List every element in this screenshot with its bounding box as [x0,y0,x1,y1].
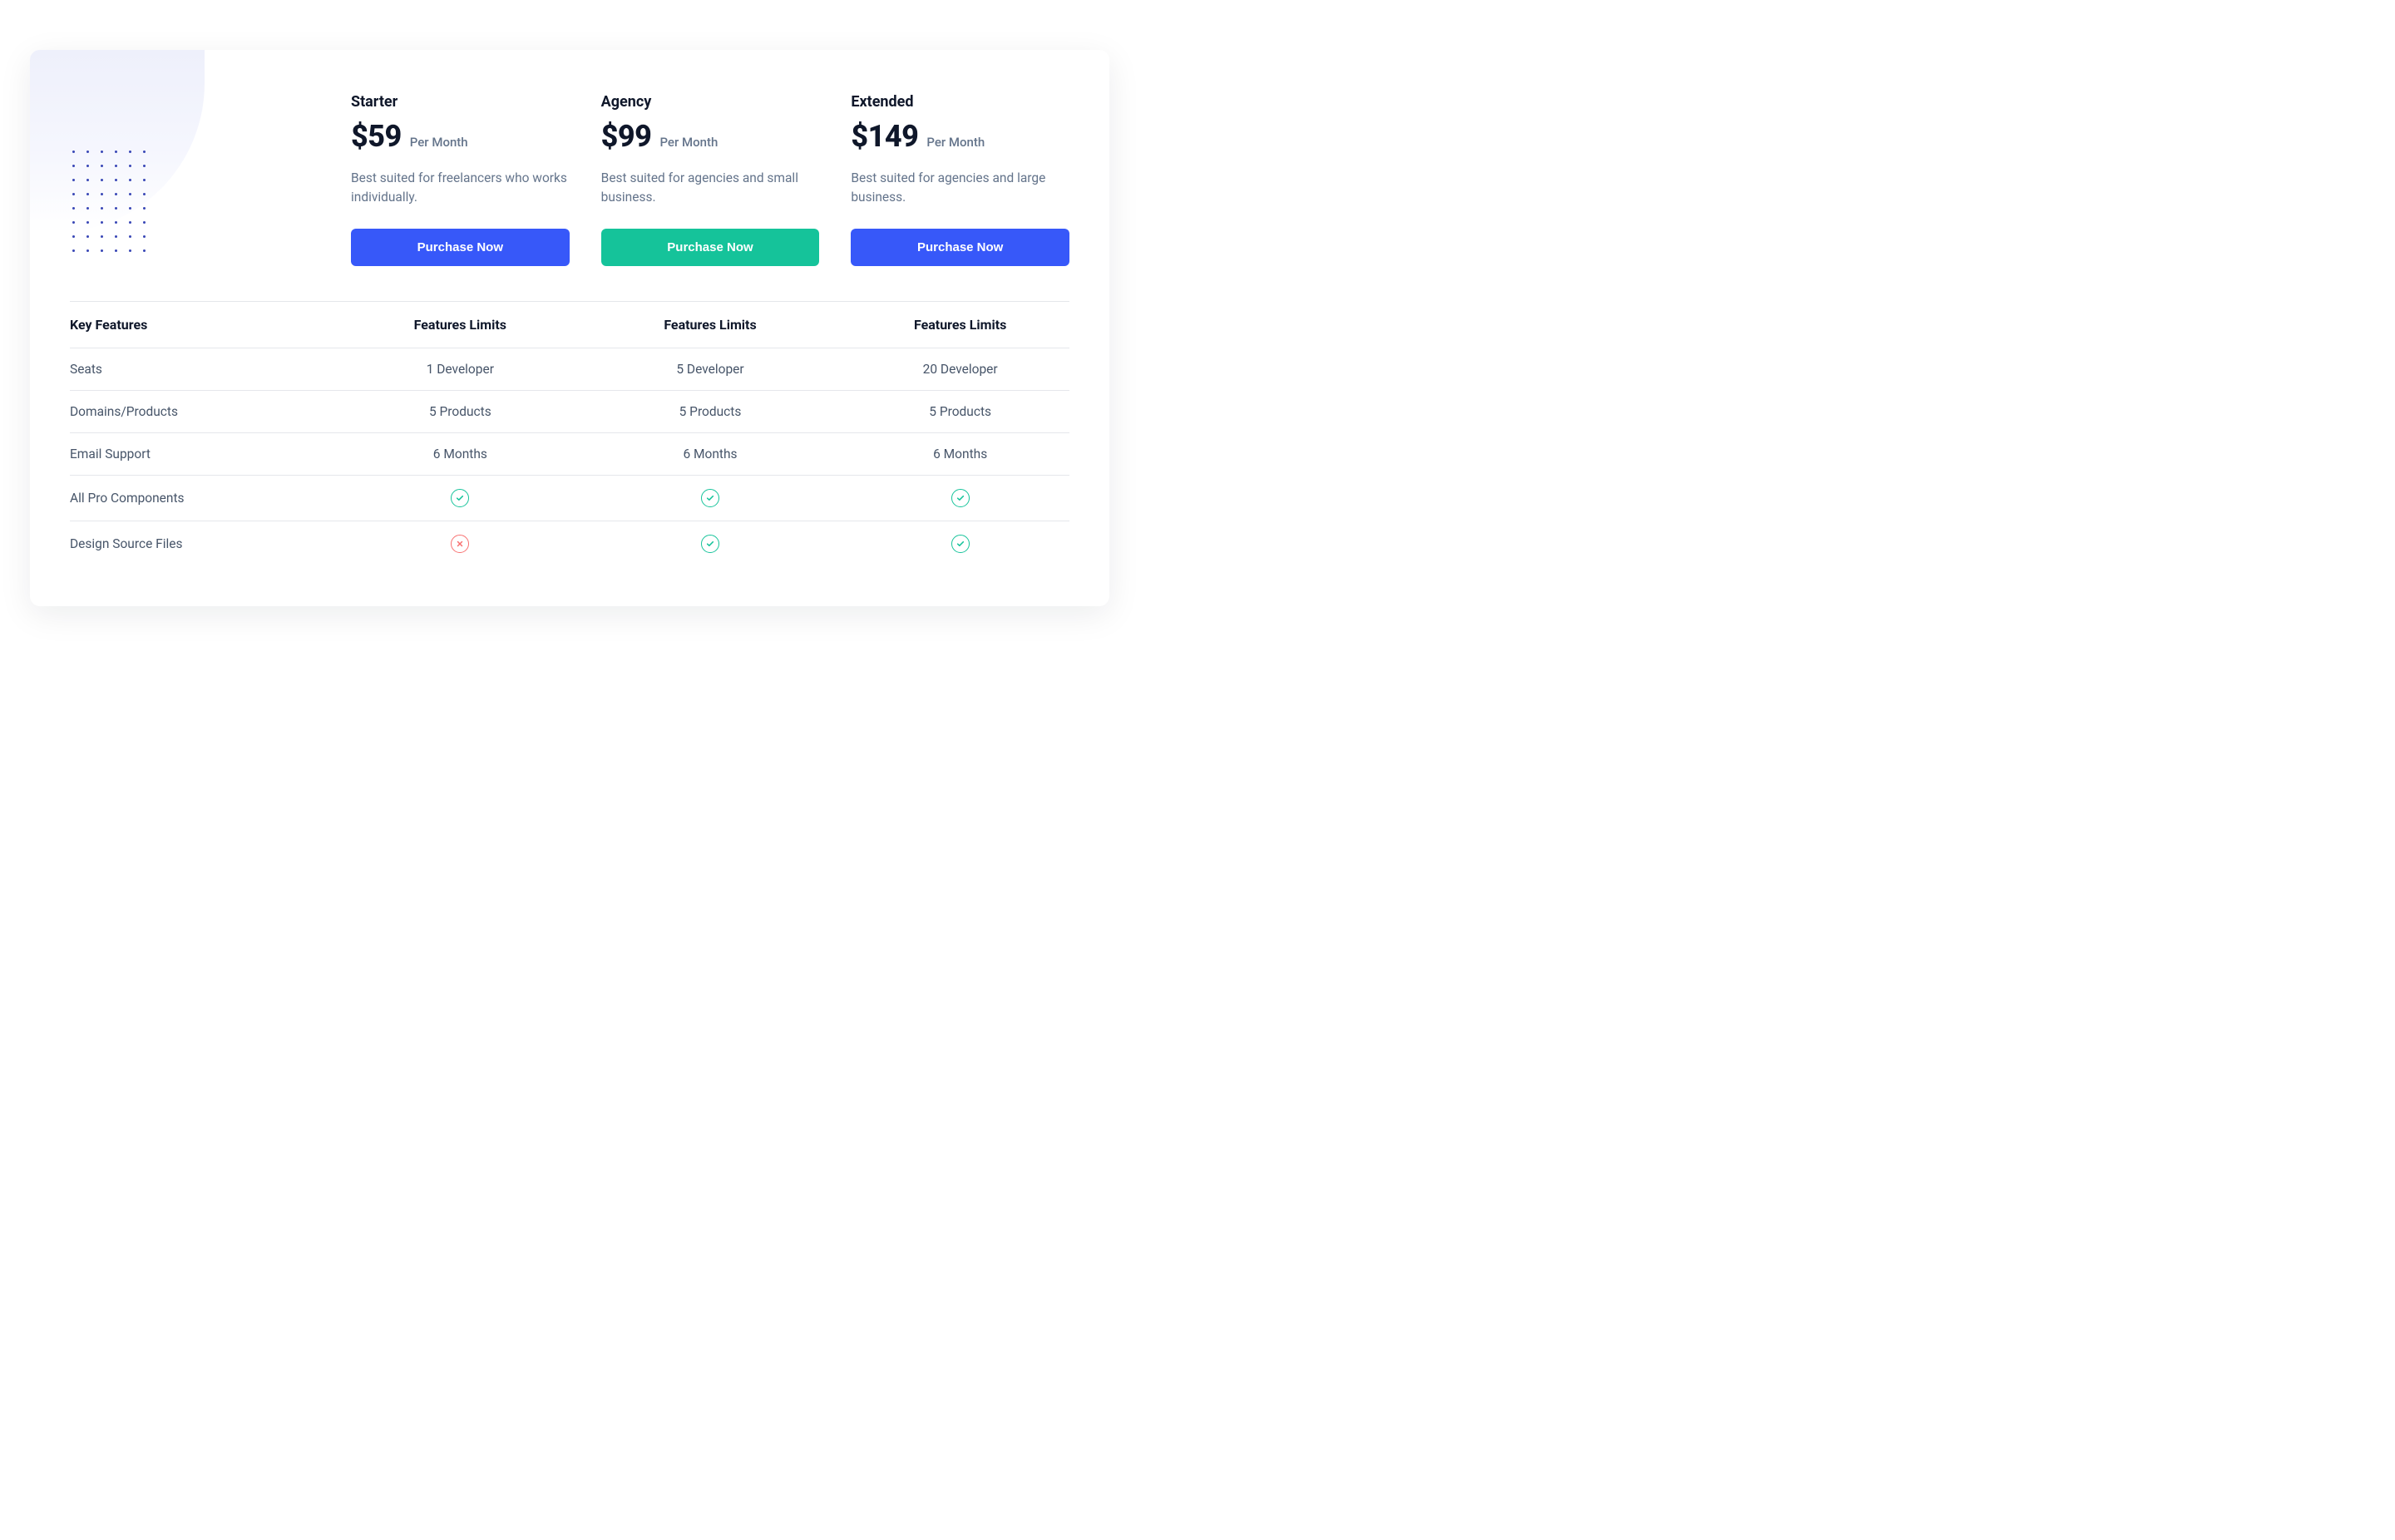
plan-name: Agency [601,93,820,111]
purchase-button-agency[interactable]: Purchase Now [601,229,820,266]
features-header-row: Key Features Features Limits Features Li… [70,301,1069,348]
header-key-features: Key Features [70,317,319,333]
feature-label: All Pro Components [70,491,319,506]
plan-agency: Agency $99 Per Month Best suited for age… [601,93,820,266]
feature-value [851,489,1069,507]
plan-period: Per Month [410,135,468,150]
feature-value: 6 Months [851,447,1069,462]
plan-period: Per Month [659,135,718,150]
plan-extended: Extended $149 Per Month Best suited for … [851,93,1069,266]
feature-value [601,489,820,507]
header-features-limits: Features Limits [601,317,820,333]
plan-name: Extended [851,93,1069,111]
feature-value: 5 Developer [601,362,820,377]
features-table: Key Features Features Limits Features Li… [70,301,1069,566]
plan-name: Starter [351,93,570,111]
check-icon [701,535,719,553]
feature-value [851,535,1069,553]
cross-icon [451,535,469,553]
plans-header-row: Starter $59 Per Month Best suited for fr… [70,93,1069,266]
header-features-limits: Features Limits [351,317,570,333]
feature-value [351,489,570,507]
plan-price: $149 [851,119,918,154]
feature-value [351,535,570,553]
header-features-limits: Features Limits [851,317,1069,333]
feature-label: Design Source Files [70,536,319,551]
feature-label: Domains/Products [70,404,319,419]
feature-label: Email Support [70,447,319,462]
plan-description: Best suited for agencies and large busin… [851,169,1069,209]
check-icon [451,489,469,507]
feature-value: 5 Products [351,404,570,419]
check-icon [701,489,719,507]
plans-header-spacer [70,93,319,266]
pricing-card: Starter $59 Per Month Best suited for fr… [30,50,1109,606]
table-row: All Pro Components [70,475,1069,521]
plan-price: $59 [351,119,402,154]
table-row: Domains/Products 5 Products 5 Products 5 Pr… [70,390,1069,432]
check-icon [951,489,970,507]
table-row: Seats 1 Developer 5 Developer 20 Developer [70,348,1069,390]
check-icon [951,535,970,553]
plan-period: Per Month [926,135,985,150]
feature-value [601,535,820,553]
purchase-button-extended[interactable]: Purchase Now [851,229,1069,266]
feature-value: 6 Months [351,447,570,462]
plan-description: Best suited for agencies and small busin… [601,169,820,209]
feature-value: 6 Months [601,447,820,462]
table-row: Email Support 6 Months 6 Months 6 Months [70,432,1069,475]
purchase-button-starter[interactable]: Purchase Now [351,229,570,266]
feature-value: 20 Developer [851,362,1069,377]
plan-description: Best suited for freelancers who works in… [351,169,570,209]
feature-value: 1 Developer [351,362,570,377]
table-row: Design Source Files [70,521,1069,566]
feature-label: Seats [70,362,319,377]
feature-value: 5 Products [851,404,1069,419]
plan-price: $99 [601,119,652,154]
plan-starter: Starter $59 Per Month Best suited for fr… [351,93,570,266]
feature-value: 5 Products [601,404,820,419]
